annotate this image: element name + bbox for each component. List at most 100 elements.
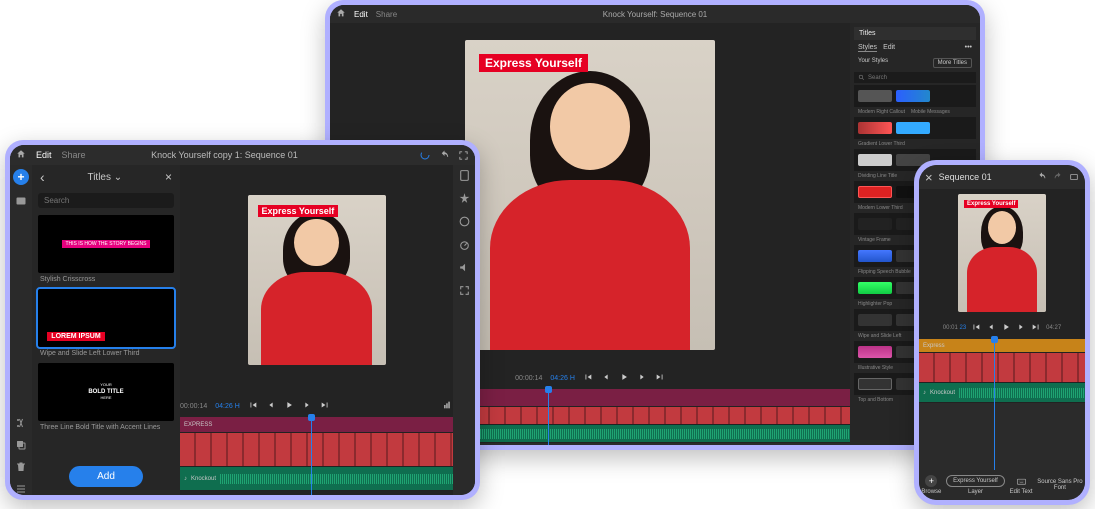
edit-text-tab[interactable]: Edit Text bbox=[1010, 476, 1033, 495]
fullscreen-icon[interactable] bbox=[1069, 172, 1079, 182]
track-video[interactable] bbox=[919, 353, 1085, 383]
laptop-topbar: Edit Share Knock Yourself: Sequence 01 bbox=[330, 5, 980, 23]
music-note-icon: ♪ bbox=[184, 476, 187, 482]
back-icon[interactable]: × bbox=[925, 170, 933, 185]
title-overlay[interactable]: Express Yourself bbox=[258, 205, 339, 217]
template-item[interactable]: THIS IS HOW THE STORY BEGINS Stylish Cri… bbox=[38, 215, 174, 286]
menu-share[interactable]: Share bbox=[376, 10, 397, 19]
panel-header: Titles bbox=[854, 27, 976, 40]
font-label: Font bbox=[1037, 485, 1082, 491]
undo-icon[interactable] bbox=[439, 150, 450, 161]
template-label: Wipe and Slide Left Lower Third bbox=[38, 347, 174, 360]
search-placeholder: Search bbox=[868, 75, 887, 81]
copy-icon[interactable] bbox=[15, 439, 27, 451]
scissors-icon[interactable] bbox=[15, 417, 27, 429]
add-button[interactable]: + bbox=[13, 169, 29, 185]
step-fwd-icon[interactable] bbox=[302, 400, 312, 412]
skip-end-icon[interactable] bbox=[320, 400, 330, 412]
play-icon[interactable] bbox=[1001, 322, 1011, 334]
phone-screen: × Sequence 01 Express Yourself 00:01 23 … bbox=[919, 165, 1085, 500]
browse-button[interactable]: + Browse bbox=[921, 475, 941, 495]
levels-icon[interactable] bbox=[443, 400, 453, 412]
preset-label: Gradient Lower Third bbox=[854, 141, 976, 147]
title-overlay[interactable]: Express Yourself bbox=[479, 54, 588, 72]
video-preview[interactable]: Express Yourself bbox=[465, 40, 715, 350]
tablet-screen: Edit Share Knock Yourself copy 1: Sequen… bbox=[10, 145, 475, 495]
template-item[interactable]: YOURBOLD TITLEHERE Three Line Bold Title… bbox=[38, 363, 174, 434]
fx-icon[interactable] bbox=[458, 192, 471, 205]
menu-edit[interactable]: Edit bbox=[36, 150, 52, 160]
step-back-icon[interactable] bbox=[986, 322, 996, 334]
template-label: Stylish Crisscross bbox=[38, 273, 174, 286]
media-icon[interactable] bbox=[15, 195, 27, 207]
search-input[interactable]: Search bbox=[38, 193, 174, 208]
step-fwd-icon[interactable] bbox=[637, 372, 647, 384]
audio-icon[interactable] bbox=[458, 261, 471, 274]
skip-start-icon[interactable] bbox=[248, 400, 258, 412]
more-icon[interactable]: ••• bbox=[965, 44, 972, 52]
title-overlay[interactable]: Express Yourself bbox=[964, 200, 1018, 208]
preset-label: Mobile Messages bbox=[911, 109, 950, 115]
transform-icon[interactable] bbox=[458, 284, 471, 297]
time-current: 00:00:14 bbox=[515, 375, 542, 382]
play-icon[interactable] bbox=[619, 372, 629, 384]
speed-icon[interactable] bbox=[458, 238, 471, 251]
document-title: Knock Yourself: Sequence 01 bbox=[603, 10, 708, 19]
tablet-timeline[interactable]: EXPRESS ♪Knockout bbox=[180, 417, 453, 495]
phone-timeline[interactable]: Express ♪Knockout bbox=[919, 339, 1085, 470]
video-preview[interactable]: Express Yourself bbox=[958, 194, 1046, 312]
edit-text-label: Edit Text bbox=[1010, 489, 1033, 495]
home-icon[interactable] bbox=[336, 8, 346, 20]
step-back-icon[interactable] bbox=[601, 372, 611, 384]
home-icon[interactable] bbox=[16, 149, 26, 161]
phone-bottombar: + Browse Express Yourself Layer Edit Tex… bbox=[919, 470, 1085, 500]
menu-share[interactable]: Share bbox=[62, 150, 86, 160]
template-sample: THIS IS HOW THE STORY BEGINS bbox=[62, 240, 149, 248]
video-preview[interactable]: Express Yourself bbox=[248, 195, 386, 365]
track-audio-label: Knockout bbox=[930, 390, 955, 396]
list-icon[interactable] bbox=[15, 483, 27, 495]
preset-item[interactable] bbox=[854, 85, 976, 107]
close-button[interactable]: × bbox=[165, 170, 172, 184]
tab-edit[interactable]: Edit bbox=[883, 44, 895, 52]
right-rail bbox=[453, 165, 475, 495]
more-titles-button[interactable]: More Titles bbox=[933, 58, 972, 68]
playhead[interactable] bbox=[548, 389, 549, 445]
step-back-icon[interactable] bbox=[266, 400, 276, 412]
playhead[interactable] bbox=[994, 339, 995, 470]
add-title-button[interactable]: Add bbox=[69, 466, 143, 487]
title-chip[interactable]: Express Yourself bbox=[946, 475, 1005, 487]
time-total: 04:27 bbox=[1046, 325, 1061, 331]
template-item-selected[interactable]: LOREM IPSUM Wipe and Slide Left Lower Th… bbox=[38, 289, 174, 360]
play-icon[interactable] bbox=[284, 400, 294, 412]
document-title: Knock Yourself copy 1: Sequence 01 bbox=[151, 150, 298, 160]
left-rail: + bbox=[10, 165, 32, 495]
browse-label: Browse bbox=[921, 489, 941, 495]
skip-end-icon[interactable] bbox=[655, 372, 665, 384]
panel-search[interactable]: Search bbox=[854, 72, 976, 83]
layer-tab[interactable]: Express Yourself Layer bbox=[946, 475, 1005, 495]
fullscreen-icon[interactable] bbox=[458, 150, 469, 161]
phone-topbar: × Sequence 01 bbox=[919, 165, 1085, 189]
menu-edit[interactable]: Edit bbox=[354, 10, 368, 19]
preset-item[interactable] bbox=[854, 117, 976, 139]
color-icon[interactable] bbox=[458, 215, 471, 228]
ratio-icon[interactable] bbox=[458, 169, 471, 182]
step-fwd-icon[interactable] bbox=[1016, 322, 1026, 334]
undo-icon[interactable] bbox=[1037, 172, 1047, 182]
skip-start-icon[interactable] bbox=[583, 372, 593, 384]
track-title-label: Express bbox=[923, 343, 945, 349]
template-label: Three Line Bold Title with Accent Lines bbox=[38, 421, 174, 434]
redo-icon[interactable] bbox=[1053, 172, 1063, 182]
playhead[interactable] bbox=[311, 417, 312, 495]
font-tab[interactable]: Source Sans Pro Font bbox=[1037, 479, 1082, 491]
panel-title[interactable]: Titles ⌄ bbox=[87, 172, 122, 183]
spinner-icon bbox=[419, 149, 431, 161]
sequence-title: Sequence 01 bbox=[939, 172, 992, 182]
tab-styles[interactable]: Styles bbox=[858, 44, 877, 52]
trash-icon[interactable] bbox=[15, 461, 27, 473]
track-video[interactable] bbox=[180, 433, 453, 467]
skip-end-icon[interactable] bbox=[1031, 322, 1041, 334]
skip-start-icon[interactable] bbox=[971, 322, 981, 334]
back-button[interactable]: ‹ bbox=[40, 169, 45, 185]
